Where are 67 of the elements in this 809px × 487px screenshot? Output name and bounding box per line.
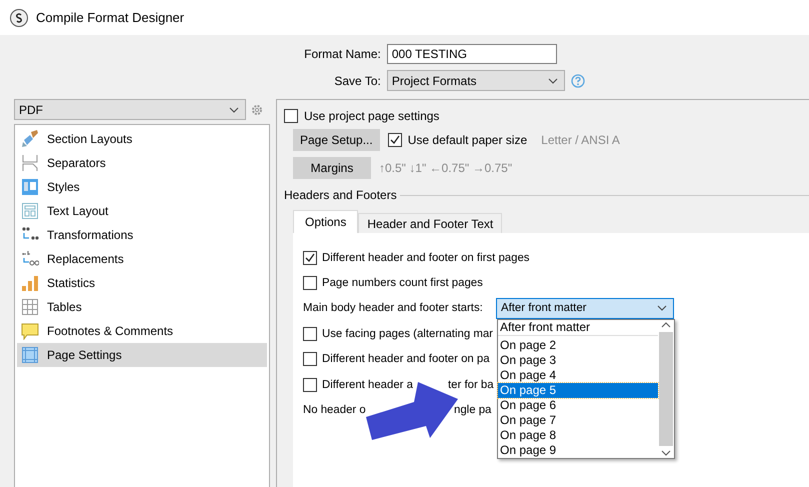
dropdown-option[interactable]: On page 7 [498,412,658,428]
checkbox-label: Different header and footer on first pages [322,252,530,264]
checkbox[interactable] [284,109,298,123]
dropdown[interactable]: PDF [14,99,246,120]
sidebar-item[interactable]: Section Layouts [17,127,267,151]
brush-icon [21,130,39,148]
checkbox-label: Different header a [322,378,413,391]
sidebar-item[interactable]: Text Layout [17,199,267,223]
comment-icon [21,322,39,340]
note-text: No header o [303,404,366,416]
group-title: Headers and Footers [284,188,397,202]
note-text: ngle pa [454,404,492,416]
checkbox-label: Different header and footer on pa [322,353,490,366]
checkbox-label: Use facing pages (alternating mar [322,328,493,340]
window-title: Compile Format Designer [36,10,184,25]
field-label: Format Name: [304,47,381,61]
tab[interactable]: Header and Footer Text [358,213,502,233]
dropdown-option[interactable]: On page 5 [498,382,658,398]
input-field[interactable]: 000 TESTING [386,44,557,64]
bar-chart-icon [21,274,39,292]
checkbox[interactable] [303,352,317,366]
layout-icon [21,202,39,220]
sidebar-item[interactable]: Statistics [17,271,267,295]
dropdown-option[interactable]: On page 2 [498,338,658,353]
dropdown-option[interactable]: On page 9 [498,442,658,458]
dropdown-option[interactable]: After front matter [498,320,658,336]
checkbox[interactable] [303,378,317,392]
margins-button[interactable]: Margins [293,157,371,179]
dropdown-option[interactable]: On page 4 [498,368,658,383]
checkbox-label: ter for ba [448,378,494,391]
table-icon [21,298,39,316]
scroll-down-icon[interactable] [661,448,671,458]
checkbox[interactable] [303,276,317,290]
styles-icon [21,178,39,196]
separator-icon [21,154,39,172]
checkbox[interactable] [388,133,402,147]
checkbox[interactable] [303,250,317,265]
app-icon [10,8,28,26]
paper-size: Letter / ANSI A [541,133,620,147]
replace-icon [21,250,39,268]
dropdown-option[interactable]: On page 6 [498,398,658,413]
tab[interactable]: Options [293,210,358,233]
dropdown-option[interactable]: On page 8 [498,428,658,443]
checkbox[interactable] [303,326,317,341]
page-setup-button[interactable]: Page Setup... [293,129,380,151]
dropdown-option[interactable]: On page 3 [498,352,658,368]
scroll-up-icon[interactable] [661,320,671,330]
checkbox-label: Use default paper size [408,133,528,147]
checkbox-label: Use project page settings [304,109,440,123]
dropdown[interactable]: Project Formats [386,70,565,91]
caret-icon [657,305,667,312]
caret-icon [548,78,558,84]
checkbox-label: Page numbers count first pages [322,277,483,290]
dropdown[interactable]: After front matter [496,298,674,319]
field-label: Main body header and footer starts: [303,302,483,314]
sidebar-item[interactable]: Page Settings [17,343,267,367]
field-label: Save To: [333,74,381,88]
sidebar-item[interactable]: Footnotes & Comments [17,319,267,343]
sidebar-item[interactable]: Tables [17,295,267,319]
sidebar-item[interactable]: Replacements [17,247,267,271]
margins-text: ↑0.5" ↓1" ←0.75" →0.75" [379,161,512,175]
caret-icon [229,106,239,112]
sidebar-item[interactable]: Transformations [17,223,267,247]
sidebar-item[interactable]: Styles [17,175,267,199]
sidebar-item[interactable]: Separators [17,151,267,175]
page-icon [21,346,39,364]
scrollbar-thumb[interactable] [659,332,673,446]
